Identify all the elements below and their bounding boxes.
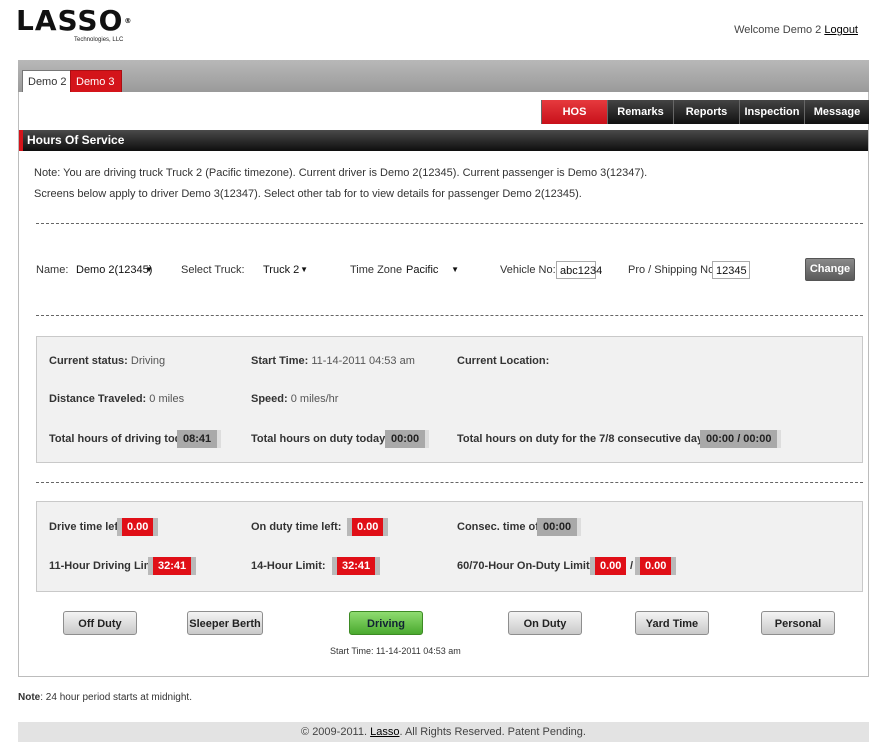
status-box: Current status: Driving Start Time: 11-1… [36, 336, 863, 463]
current-location-label: Current Location: [457, 355, 550, 367]
current-status: Current status: Driving [49, 355, 165, 367]
on-duty-left-label: On duty time left: [251, 521, 342, 533]
start-time-label: Start Time: [251, 355, 309, 367]
fourteen-hour-label: 14-Hour Limit: [251, 560, 326, 572]
period-note-label: Note [18, 692, 41, 703]
truck-label: Select Truck: [181, 264, 245, 276]
vehicle-input[interactable]: abc1234 [556, 261, 602, 279]
nav-reports[interactable]: Reports [673, 100, 739, 124]
truck-select-value: Truck 2 [263, 264, 300, 276]
section-title: Hours Of Service [19, 130, 868, 151]
driver-scope-note: Screens below apply to driver Demo 3(123… [34, 188, 582, 200]
name-label: Name: [36, 264, 69, 276]
limits-box: Drive time left: 0.00 On duty time left:… [36, 501, 863, 592]
on-duty-button[interactable]: On Duty [508, 611, 582, 635]
drive-left-label: Drive time left: [49, 521, 126, 533]
divider [36, 223, 863, 224]
logo-subtitle: Technologies, LLC [74, 37, 124, 43]
on-duty-left-value: 0.00 [347, 518, 389, 536]
lasso-link[interactable]: Lasso [370, 726, 399, 738]
timezone-select-value: Pacific [406, 264, 439, 276]
driving-button[interactable]: Driving [349, 611, 423, 635]
timezone-label: Time Zone: [350, 264, 406, 276]
on-duty-today-value: 00:00 [385, 430, 430, 448]
header: LASSO® Technologies, LLC Welcome Demo 2 … [0, 0, 886, 46]
personal-button[interactable]: Personal [761, 611, 835, 635]
distance-traveled: Distance Traveled: 0 miles [49, 393, 184, 405]
yard-time-button[interactable]: Yard Time [635, 611, 709, 635]
logout-link[interactable]: Logout [824, 24, 858, 36]
vehicle-label: Vehicle No: [500, 264, 556, 276]
divider [36, 315, 863, 316]
fourteen-hour-value: 32:41 [332, 557, 381, 575]
name-select[interactable]: Demo 2(12345) ▼ [72, 262, 156, 278]
distance-label: Distance Traveled: [49, 393, 147, 405]
consecutive-value: 00:00 / 00:00 [700, 430, 782, 448]
speed-label: Speed: [251, 393, 288, 405]
chevron-down-icon: ▼ [145, 265, 153, 274]
drive-left-value: 0.00 [117, 518, 159, 536]
driving-today-value: 08:41 [177, 430, 222, 448]
sixty-seventy-separator: / [630, 560, 634, 572]
copyright-suffix: . All Rights Reserved. Patent Pending. [399, 726, 586, 738]
lasso-logo[interactable]: LASSO® Technologies, LLC [16, 6, 131, 44]
eleven-hour-label: 11-Hour Driving Limit: [49, 560, 164, 572]
distance-value: 0 miles [149, 393, 185, 405]
chevron-down-icon: ▼ [451, 265, 459, 274]
welcome-text: Welcome Demo 2 [734, 24, 822, 36]
start-time-value: 11-14-2011 04:53 am [311, 355, 415, 367]
off-duty-button[interactable]: Off Duty [63, 611, 137, 635]
copyright-prefix: © 2009-2011. [301, 726, 368, 738]
consec-off-value: 00:00 [537, 518, 582, 536]
registered-icon: ® [124, 17, 133, 25]
start-time: Start Time: 11-14-2011 04:53 am [251, 355, 415, 367]
divider [36, 482, 863, 483]
driving-start-time: Start Time: 11-14-2011 04:53 am [330, 646, 461, 656]
main-panel: HOS Remarks Reports Inspection Message H… [18, 92, 869, 677]
change-button[interactable]: Change [805, 258, 855, 281]
period-note-text: : 24 hour period starts at midnight. [40, 692, 192, 703]
driver-tabstrip: Demo 2 Demo 3 [18, 60, 869, 93]
timezone-select[interactable]: Pacific ▼ [402, 262, 462, 278]
truck-select[interactable]: Truck 2 ▼ [259, 262, 311, 278]
driving-today-label: Total hours of driving today: [49, 433, 198, 445]
speed: Speed: 0 miles/hr [251, 393, 338, 405]
pro-shipping-label: Pro / Shipping No: [628, 264, 718, 276]
nav-message[interactable]: Message [804, 100, 869, 124]
sleeper-berth-button[interactable]: Sleeper Berth [187, 611, 263, 635]
current-status-label: Current status: [49, 355, 128, 367]
tab-demo-3[interactable]: Demo 3 [70, 70, 122, 93]
welcome-area: Welcome Demo 2 Logout [734, 24, 858, 36]
consec-off-label: Consec. time off: [457, 521, 547, 533]
sixty-seventy-value-a: 0.00 [590, 557, 627, 575]
eleven-hour-value: 32:41 [148, 557, 197, 575]
current-status-value: Driving [130, 355, 166, 367]
name-select-value: Demo 2(12345) [76, 264, 153, 276]
nav-hos[interactable]: HOS [541, 100, 607, 124]
chevron-down-icon: ▼ [300, 265, 308, 274]
period-note: Note: 24 hour period starts at midnight. [18, 692, 192, 703]
driving-note: Note: You are driving truck Truck 2 (Pac… [34, 167, 648, 179]
nav-remarks[interactable]: Remarks [607, 100, 673, 124]
main-nav: HOS Remarks Reports Inspection Message [19, 96, 869, 124]
sixty-seventy-value-b: 0.00 [635, 557, 677, 575]
tab-demo-2[interactable]: Demo 2 [22, 70, 76, 93]
pro-shipping-input[interactable]: 12345 [712, 261, 750, 279]
on-duty-today-label: Total hours on duty today: [251, 433, 389, 445]
speed-value: 0 miles/hr [290, 393, 339, 405]
nav-inspection[interactable]: Inspection [739, 100, 804, 124]
footer: © 2009-2011. Lasso. All Rights Reserved.… [18, 722, 869, 742]
logo-text: LASSO [16, 4, 124, 37]
